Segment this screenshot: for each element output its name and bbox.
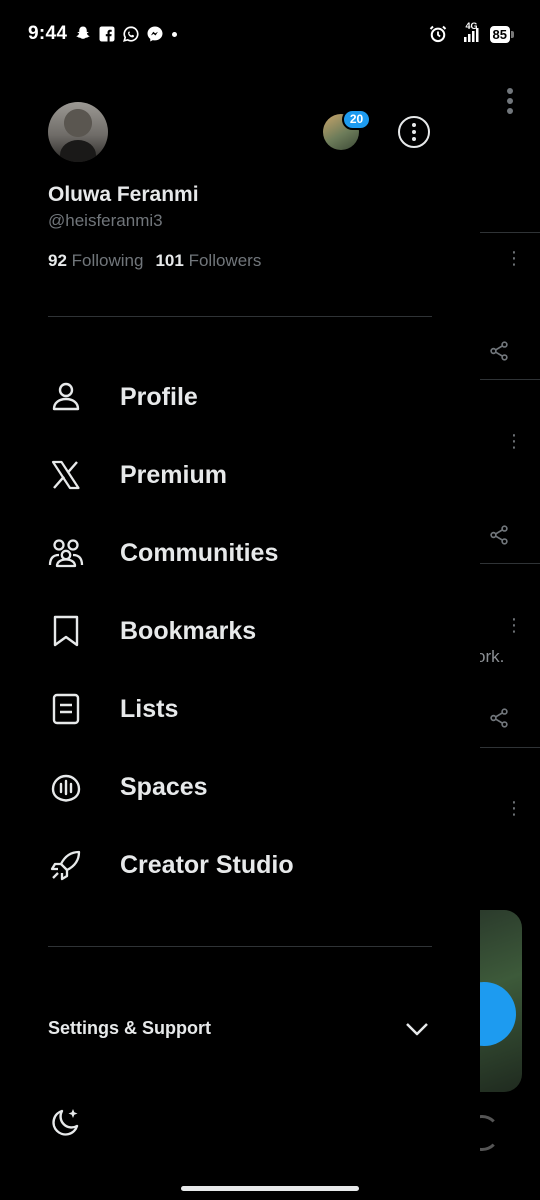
following-count: 92 — [48, 251, 67, 270]
followers-label: Followers — [188, 251, 262, 270]
rocket-icon — [50, 850, 81, 881]
menu-label: Creator Studio — [120, 850, 294, 879]
menu-item-lists[interactable]: Lists — [0, 670, 480, 748]
communities-icon — [48, 539, 84, 568]
chevron-down-icon — [406, 1023, 428, 1036]
menu-label: Bookmarks — [120, 616, 257, 645]
share-icon — [490, 525, 508, 545]
more-notifications-dot — [172, 31, 177, 37]
menu-item-bookmarks[interactable]: Bookmarks — [0, 592, 480, 670]
menu-label: Communities — [120, 538, 279, 567]
feed-divider — [480, 232, 540, 233]
status-time: 9:44 — [28, 23, 68, 44]
snapchat-icon — [76, 26, 90, 39]
post-more-icon: ⋮ — [505, 431, 523, 451]
share-icon — [490, 341, 508, 361]
display-name[interactable]: Oluwa Feranmi — [48, 183, 199, 207]
user-handle: @heisferanmi3 — [48, 211, 163, 230]
facebook-icon — [99, 26, 115, 42]
more-options-button[interactable] — [398, 116, 430, 148]
settings-support-toggle[interactable]: Settings & Support — [48, 1000, 432, 1054]
person-icon — [52, 382, 80, 411]
share-icon — [490, 708, 508, 728]
display-mode-icon[interactable] — [48, 1106, 82, 1140]
divider — [48, 316, 432, 317]
following-link[interactable]: 92 Following — [48, 251, 143, 271]
background-feed: ⋮ ⋮ ⋮ ork. ⋮ — [480, 70, 540, 1200]
menu-item-spaces[interactable]: Spaces — [0, 748, 480, 826]
menu-item-communities[interactable]: Communities — [0, 514, 480, 592]
post-text-fragment: ork. — [480, 647, 505, 666]
menu-label: Lists — [120, 694, 179, 723]
menu-label: Profile — [120, 382, 198, 411]
status-bar: 9:44 4G 85 — [0, 0, 540, 70]
feed-divider — [480, 747, 540, 748]
bookmark-icon — [53, 615, 79, 647]
home-indicator[interactable] — [181, 1186, 359, 1191]
menu-label: Spaces — [120, 772, 208, 801]
post-more-icon: ⋮ — [505, 248, 523, 268]
settings-support-label: Settings & Support — [48, 1018, 211, 1038]
whatsapp-icon — [123, 26, 139, 42]
signal-icon: 4G — [458, 21, 480, 43]
navigation-drawer: 20 Oluwa Feranmi @heisferanmi3 92 Follow… — [0, 70, 480, 1200]
menu-item-creator-studio[interactable]: Creator Studio — [0, 826, 480, 904]
follow-stats: 92 Following 101 Followers — [48, 251, 261, 271]
followers-link[interactable]: 101 Followers — [155, 251, 261, 271]
avatar[interactable] — [48, 102, 108, 162]
battery-icon: 85 — [489, 25, 515, 43]
post-more-icon: ⋮ — [505, 615, 523, 635]
x-logo-icon — [51, 460, 80, 490]
list-icon — [52, 693, 80, 725]
menu-label: Premium — [120, 460, 227, 489]
spaces-icon — [51, 774, 81, 802]
messenger-icon — [147, 26, 163, 42]
feed-divider — [480, 563, 540, 564]
menu-item-profile[interactable]: Profile — [0, 358, 480, 436]
feed-overflow-icon — [500, 88, 520, 118]
feed-divider — [480, 379, 540, 380]
notification-badge: 20 — [342, 109, 371, 130]
alarm-icon — [429, 25, 446, 43]
menu-item-premium[interactable]: Premium — [0, 436, 480, 514]
system-icons: 4G 85 — [428, 21, 515, 44]
drawer-menu: Profile Premium Communities Bookmarks Li… — [0, 358, 480, 904]
followers-count: 101 — [155, 251, 184, 270]
following-label: Following — [71, 251, 144, 270]
notification-icons — [74, 25, 177, 43]
divider — [48, 946, 432, 947]
loading-spinner — [480, 1115, 500, 1151]
post-more-icon: ⋮ — [505, 798, 523, 818]
